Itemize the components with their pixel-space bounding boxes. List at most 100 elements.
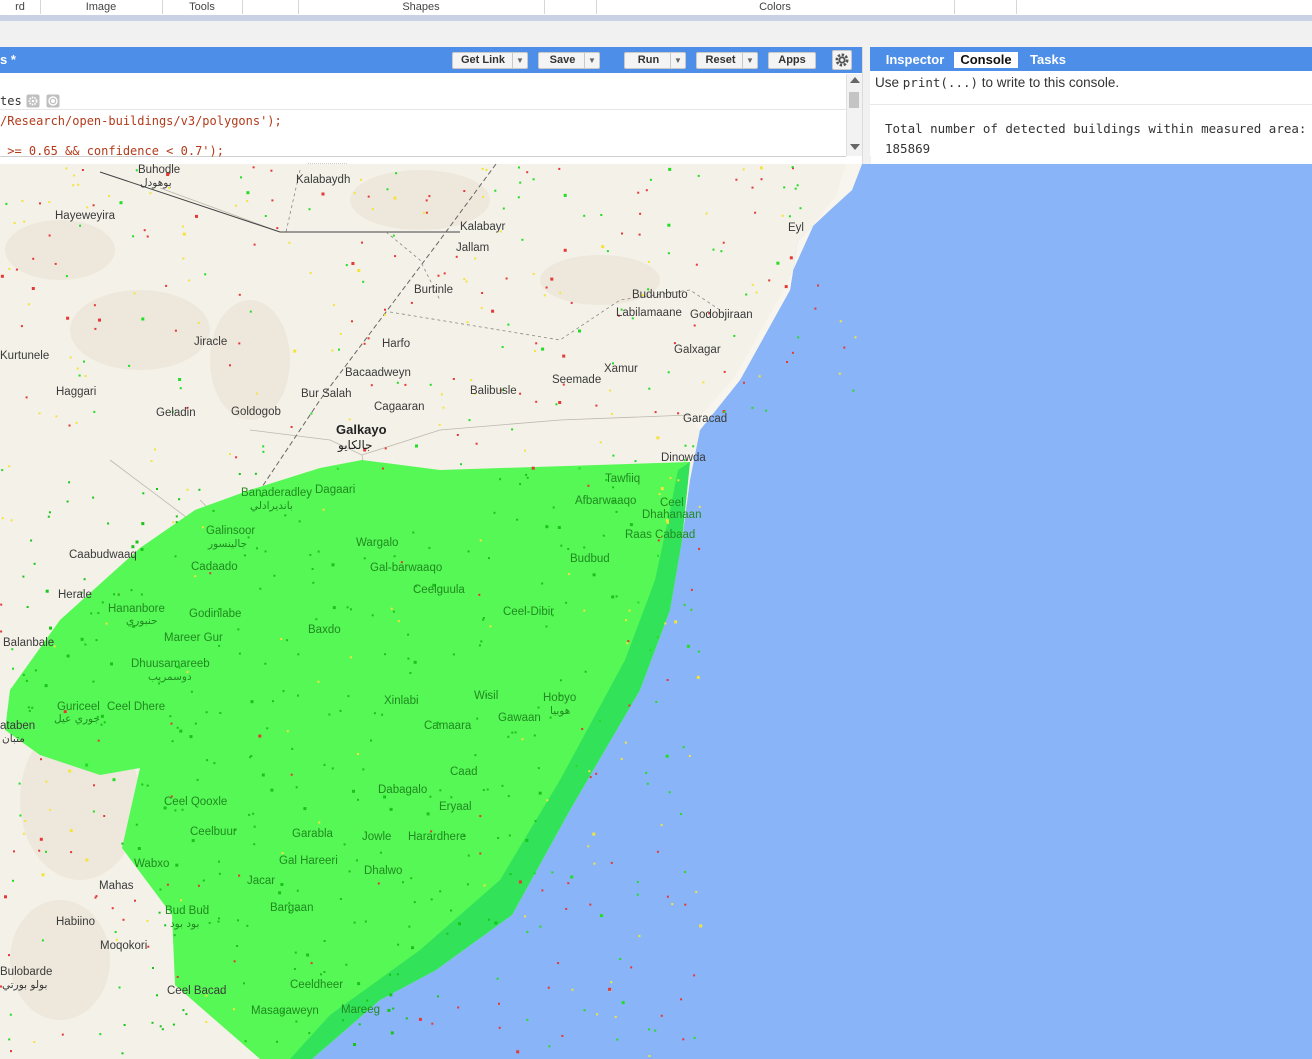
building-point xyxy=(32,257,35,260)
chevron-down-icon[interactable]: ▼ xyxy=(670,53,685,68)
code-editor[interactable]: tes /Research/open-buildings/v3/polygons… xyxy=(0,74,846,158)
building-point xyxy=(624,741,627,744)
building-point xyxy=(481,292,484,294)
building-point xyxy=(293,968,296,970)
building-point xyxy=(411,946,414,950)
building-point xyxy=(596,1013,599,1016)
building-point xyxy=(246,200,249,202)
reset-button[interactable]: Reset ▼ xyxy=(696,52,758,69)
apps-button[interactable]: Apps xyxy=(768,52,816,69)
panel-resize-handle[interactable] xyxy=(306,156,350,168)
ribbon-group-spacer xyxy=(544,0,597,14)
chevron-down-icon[interactable]: ▼ xyxy=(742,53,757,68)
building-point xyxy=(655,700,658,703)
building-point xyxy=(323,971,326,973)
ribbon-group-rd[interactable]: rd xyxy=(0,0,41,14)
building-point xyxy=(92,680,95,683)
building-point xyxy=(194,575,197,578)
place-label: Godinlabe xyxy=(189,608,241,620)
building-point xyxy=(100,714,104,718)
building-point xyxy=(147,945,150,948)
building-point xyxy=(680,998,683,1001)
code-scrollbar[interactable] xyxy=(846,74,863,156)
place-label: Dhalwo xyxy=(364,865,402,877)
building-point xyxy=(12,879,14,882)
building-point xyxy=(38,849,41,852)
settings-small-icon[interactable] xyxy=(26,94,40,108)
building-point xyxy=(94,896,97,899)
place-label: Kalabayr xyxy=(460,221,506,233)
building-point xyxy=(511,428,514,431)
building-point xyxy=(452,653,455,656)
tab-console[interactable]: Console xyxy=(954,52,1018,68)
ribbon-group-colors[interactable]: Colors xyxy=(596,0,955,14)
place-label: Jallam xyxy=(456,242,489,254)
building-point xyxy=(755,291,758,294)
building-point xyxy=(134,899,136,902)
save-button[interactable]: Save ▼ xyxy=(538,52,600,69)
map-canvas[interactable]: Buhodle بوهودل Kalabaydh Hayeweyira Kala… xyxy=(0,164,1312,1059)
building-point xyxy=(85,763,89,767)
building-point xyxy=(323,940,326,942)
building-point xyxy=(258,734,262,738)
scroll-up-icon[interactable] xyxy=(850,77,860,83)
building-point xyxy=(31,706,34,709)
building-point xyxy=(381,713,384,716)
place-label: Hananbore xyxy=(108,603,165,615)
building-point xyxy=(430,898,433,901)
building-point xyxy=(284,514,287,517)
building-point xyxy=(384,313,387,316)
building-point xyxy=(178,378,182,381)
building-point xyxy=(45,850,47,853)
building-point xyxy=(743,381,745,384)
ribbon-group-tools[interactable]: Tools xyxy=(162,0,243,14)
building-point xyxy=(479,852,482,855)
building-point xyxy=(356,753,359,755)
building-point xyxy=(363,342,366,345)
get-link-button[interactable]: Get Link ▼ xyxy=(452,52,528,69)
building-point xyxy=(507,795,510,798)
chevron-down-icon[interactable]: ▼ xyxy=(584,53,599,68)
place-label: Kurtunele xyxy=(0,350,49,362)
building-point xyxy=(0,274,4,278)
building-point xyxy=(608,987,612,991)
tab-inspector[interactable]: Inspector xyxy=(876,52,954,68)
map-view[interactable]: Buhodle بوهودل Kalabaydh Hayeweyira Kala… xyxy=(0,164,1312,1059)
building-point xyxy=(276,227,279,230)
building-point xyxy=(690,588,693,591)
place-label: ataben xyxy=(0,720,35,732)
building-point xyxy=(408,925,411,928)
building-point xyxy=(218,644,221,647)
building-point xyxy=(85,858,89,862)
building-point xyxy=(545,625,548,628)
building-point xyxy=(158,911,161,914)
place-label: Bud Bud xyxy=(165,905,209,917)
tab-tasks[interactable]: Tasks xyxy=(1020,52,1076,68)
ribbon-group-shapes[interactable]: Shapes xyxy=(298,0,545,14)
building-point xyxy=(366,999,369,1002)
run-button[interactable]: Run ▼ xyxy=(624,52,686,69)
scroll-down-icon[interactable] xyxy=(850,144,860,150)
scrollbar-thumb[interactable] xyxy=(849,92,859,108)
building-point xyxy=(154,448,156,451)
building-point xyxy=(497,837,500,839)
building-point xyxy=(493,511,496,514)
building-point xyxy=(668,167,672,171)
building-point xyxy=(677,479,680,482)
building-point xyxy=(760,178,763,181)
building-point xyxy=(276,1040,278,1043)
place-label-arabic: جالينسور xyxy=(207,538,247,550)
building-point xyxy=(394,255,397,258)
building-point xyxy=(559,679,562,682)
chevron-down-icon[interactable]: ▼ xyxy=(512,53,527,68)
building-point xyxy=(407,657,410,660)
ribbon-group-image[interactable]: Image xyxy=(40,0,163,14)
ribbon-group-spacer xyxy=(954,0,1017,14)
building-point xyxy=(213,762,216,765)
building-point xyxy=(463,190,466,192)
building-point xyxy=(507,735,510,738)
building-point xyxy=(796,184,799,187)
settings-button[interactable] xyxy=(832,50,852,70)
place-label: Masagaweyn xyxy=(251,1005,319,1017)
record-icon[interactable] xyxy=(46,94,60,108)
